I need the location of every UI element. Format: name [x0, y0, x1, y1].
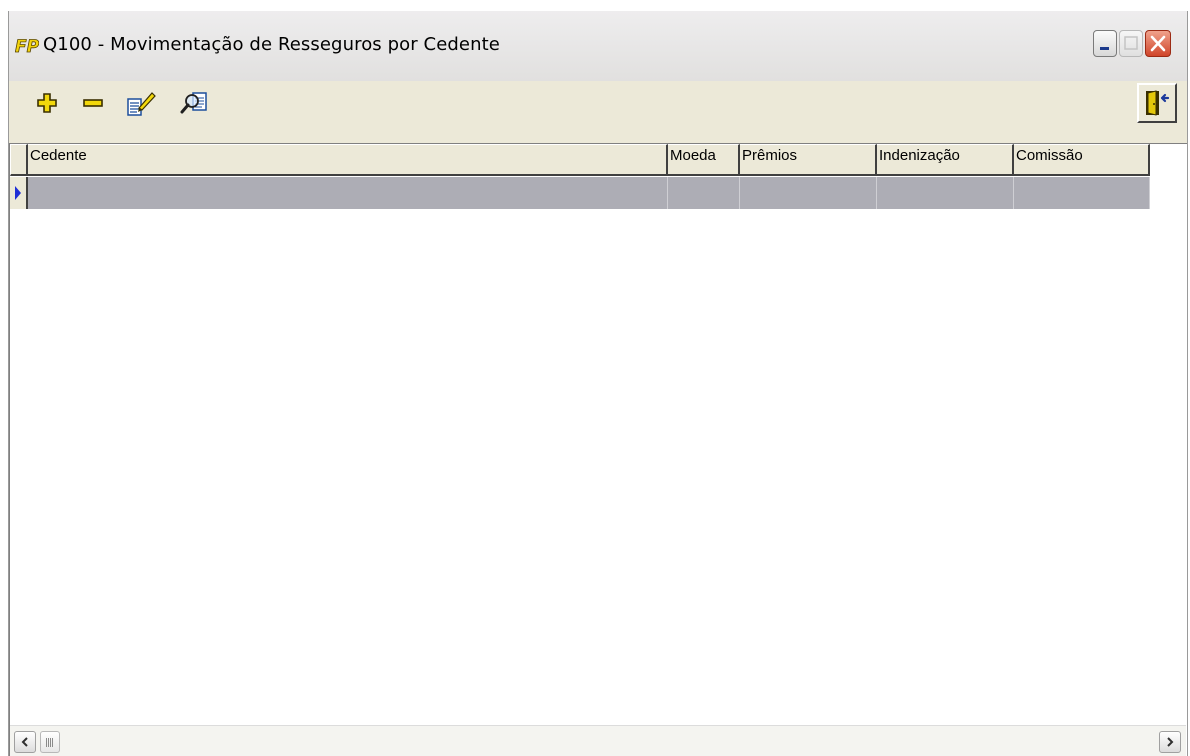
minimize-icon [1100, 47, 1109, 50]
minimize-button[interactable] [1093, 30, 1117, 57]
cell-indenizacao[interactable] [877, 177, 1014, 209]
remove-button[interactable] [75, 81, 111, 125]
grip-icon [46, 737, 54, 747]
maximize-icon [1124, 36, 1138, 50]
cell-cedente[interactable] [28, 177, 668, 209]
header-indicator-cell [10, 144, 28, 176]
cell-premios[interactable] [740, 177, 877, 209]
title-bar[interactable]: FP Q100 - Movimentação de Resseguros por… [9, 11, 1187, 81]
screen-top-margin [0, 0, 1190, 11]
scroll-thumb[interactable] [40, 731, 60, 753]
chevron-left-icon [21, 737, 28, 747]
plus-icon [37, 93, 57, 113]
exit-button[interactable] [1137, 83, 1177, 123]
maximize-button[interactable] [1119, 30, 1143, 57]
current-row-arrow-icon [15, 186, 21, 200]
chevron-right-icon [1167, 737, 1174, 747]
cell-moeda[interactable] [668, 177, 740, 209]
add-button[interactable] [29, 81, 65, 125]
search-button[interactable] [177, 81, 213, 125]
app-window: FP Q100 - Movimentação de Resseguros por… [8, 11, 1188, 756]
column-header-comissao[interactable]: Comissão [1014, 144, 1150, 176]
column-header-moeda[interactable]: Moeda [668, 144, 740, 176]
close-button[interactable] [1145, 30, 1171, 57]
cell-comissao[interactable] [1014, 177, 1150, 209]
data-grid[interactable]: Cedente Moeda Prêmios Indenização Comiss… [9, 143, 1187, 756]
toolbar [9, 81, 1187, 139]
edit-document-icon [127, 92, 156, 116]
window-title: Q100 - Movimentação de Resseguros por Ce… [43, 34, 500, 55]
column-header-cedente[interactable]: Cedente [28, 144, 668, 176]
exit-door-icon [1146, 90, 1170, 116]
row-indicator [10, 177, 28, 209]
column-header-indenizacao[interactable]: Indenização [877, 144, 1014, 176]
minus-icon [83, 99, 103, 107]
table-row[interactable] [10, 177, 1150, 209]
app-logo-icon: FP [15, 37, 39, 55]
close-icon [1150, 35, 1166, 52]
grid-header: Cedente Moeda Prêmios Indenização Comiss… [10, 144, 1150, 176]
edit-button[interactable] [123, 81, 159, 125]
search-document-icon [180, 92, 207, 114]
scroll-left-button[interactable] [14, 731, 36, 753]
horizontal-scrollbar[interactable] [10, 725, 1186, 756]
column-header-premios[interactable]: Prêmios [740, 144, 877, 176]
scroll-right-button[interactable] [1159, 731, 1181, 753]
svg-text:FP: FP [15, 37, 39, 55]
